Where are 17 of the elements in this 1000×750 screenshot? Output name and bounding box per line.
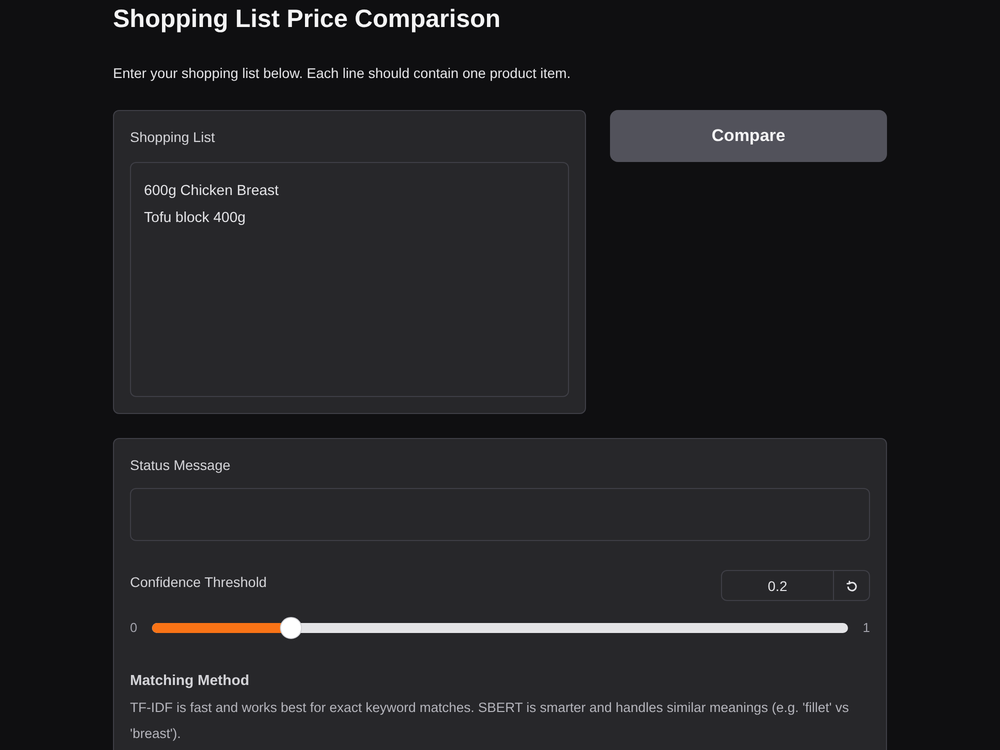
matching-method-description: TF-IDF is fast and works best for exact keyword matches. SBERT is smarter and handles similar meanings (e.g. 'fillet' vs 'breast'). <box>130 699 850 743</box>
status-message-label: Status Message <box>130 456 230 475</box>
shopping-list-textarea[interactable]: 600g Chicken Breast Tofu block 400g <box>130 162 569 397</box>
compare-button[interactable]: Compare <box>610 110 887 162</box>
threshold-number-input[interactable]: 0.2 <box>721 570 834 601</box>
slider-max-label: 1 <box>862 619 870 637</box>
slider-track[interactable] <box>152 623 848 633</box>
matching-method-label: Matching Method <box>130 672 250 691</box>
slider-min-label: 0 <box>130 619 138 637</box>
status-message-field[interactable] <box>130 488 870 541</box>
reset-icon <box>846 580 858 592</box>
reset-button[interactable] <box>834 570 870 601</box>
slider-thumb[interactable] <box>280 617 302 639</box>
shopping-list-label: Shopping List <box>130 128 215 147</box>
page-description: Enter your shopping list below. Each line should contain one product item. <box>113 64 571 83</box>
confidence-threshold-label: Confidence Threshold <box>130 573 267 592</box>
page-title: Shopping List Price Comparison <box>113 4 501 35</box>
